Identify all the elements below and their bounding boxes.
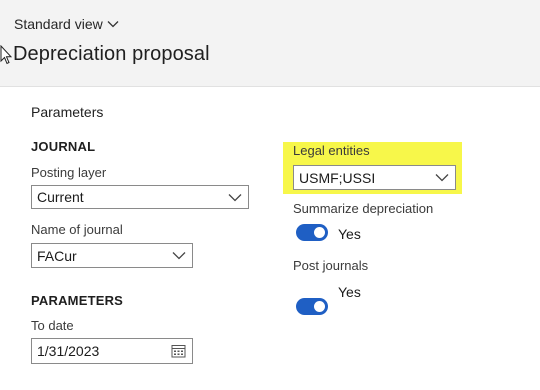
legal-entities-label: Legal entities bbox=[293, 143, 370, 158]
summarize-depreciation-toggle[interactable] bbox=[296, 224, 328, 241]
journal-name-dropdown[interactable]: FACur bbox=[31, 243, 193, 268]
journal-name-value: FACur bbox=[37, 247, 77, 264]
mouse-pointer-icon bbox=[0, 45, 12, 65]
post-journals-toggle[interactable] bbox=[296, 298, 328, 315]
chevron-down-icon bbox=[172, 252, 186, 260]
parameters-group-heading: PARAMETERS bbox=[31, 293, 124, 308]
posting-layer-label: Posting layer bbox=[31, 165, 107, 180]
chevron-down-icon bbox=[435, 174, 449, 182]
section-title: Parameters bbox=[31, 104, 104, 120]
chevron-down-icon bbox=[107, 21, 119, 28]
summarize-depreciation-label: Summarize depreciation bbox=[293, 201, 434, 216]
calendar-icon[interactable] bbox=[171, 344, 186, 358]
view-selector[interactable]: Standard view bbox=[14, 16, 119, 32]
posting-layer-value: Current bbox=[37, 189, 84, 205]
legal-entities-value: USMF;USSI bbox=[299, 169, 376, 186]
posting-layer-dropdown[interactable]: Current bbox=[31, 185, 249, 209]
post-journals-label: Post journals bbox=[293, 258, 369, 273]
journal-name-label: Name of journal bbox=[31, 222, 123, 237]
page-title: Depreciation proposal bbox=[13, 43, 210, 65]
post-journals-state: Yes bbox=[338, 284, 361, 300]
to-date-label: To date bbox=[31, 318, 74, 333]
journal-group-heading: JOURNAL bbox=[31, 139, 96, 154]
toggle-knob bbox=[314, 301, 325, 312]
toggle-knob bbox=[314, 227, 325, 238]
to-date-field[interactable]: 1/31/2023 bbox=[31, 338, 193, 364]
to-date-value: 1/31/2023 bbox=[37, 343, 100, 359]
legal-entities-dropdown[interactable]: USMF;USSI bbox=[293, 165, 456, 190]
summarize-depreciation-state: Yes bbox=[338, 226, 361, 242]
chevron-down-icon bbox=[228, 193, 242, 201]
view-selector-label: Standard view bbox=[14, 16, 103, 32]
